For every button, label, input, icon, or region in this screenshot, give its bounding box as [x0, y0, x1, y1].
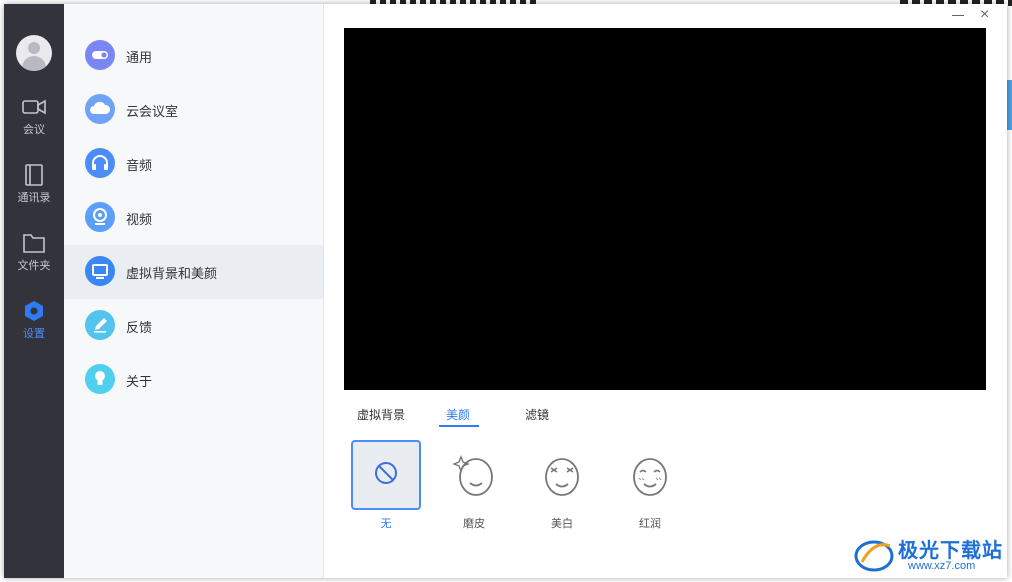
- menu-item-label: 音频: [126, 158, 153, 173]
- rail-label: 文件夹: [17, 260, 51, 272]
- watermark-title: 极光下载站: [898, 540, 1003, 562]
- webcam-icon: [85, 202, 115, 232]
- menu-item-general[interactable]: 通用: [64, 29, 323, 83]
- beauty-option-smooth[interactable]: [439, 440, 509, 510]
- rail-label: 设置: [23, 328, 45, 340]
- avatar[interactable]: [16, 35, 52, 71]
- menu-item-label: 视频: [126, 212, 153, 227]
- smooth-skin-face-icon: [452, 455, 493, 496]
- menu-item-about[interactable]: 关于: [64, 353, 323, 407]
- beauty-option-whitening[interactable]: [527, 440, 597, 510]
- address-book-icon: [25, 164, 43, 186]
- camera-preview: [344, 28, 986, 390]
- menu-item-feedback[interactable]: 反馈: [64, 299, 323, 353]
- menu-item-video[interactable]: 视频: [64, 191, 323, 245]
- video-camera-icon: [22, 99, 46, 115]
- rail-label: 会议: [23, 124, 45, 136]
- menu-item-label: 通用: [126, 50, 153, 65]
- no-effect-icon: [375, 462, 397, 484]
- folder-icon: [23, 234, 45, 253]
- lightbulb-icon: [85, 364, 115, 394]
- headphones-icon: [85, 148, 115, 178]
- beauty-option-label: 美白: [551, 518, 573, 530]
- watermark: 极光下载站 www.xz7.com: [852, 532, 1007, 578]
- menu-item-label: 云会议室: [126, 104, 179, 119]
- watermark-url: www.xz7.com: [908, 560, 976, 572]
- menu-item-audio[interactable]: 音频: [64, 137, 323, 191]
- cloud-icon: [85, 94, 115, 124]
- settings-menu: 通用 云会议室 音频 视频 虚拟背景和美颜 反馈 关于: [64, 4, 324, 578]
- settings-dialog: 会议 通讯录 文件夹 设置 通用 云会议室 音频 视频 虚拟背景和美颜 反馈 关…: [4, 4, 1007, 578]
- watermark-logo-icon: [854, 540, 894, 572]
- tab-filter[interactable]: 滤镜: [525, 406, 549, 423]
- beauty-option-label: 红润: [639, 518, 661, 530]
- rail-label: 通讯录: [17, 192, 51, 204]
- monitor-icon: [85, 256, 115, 286]
- menu-item-cloud-room[interactable]: 云会议室: [64, 83, 323, 137]
- active-tab-indicator: [439, 425, 479, 427]
- rail-item-folder[interactable]: 文件夹: [4, 232, 64, 292]
- menu-item-label: 关于: [126, 374, 153, 389]
- rail-item-settings[interactable]: 设置: [4, 300, 64, 360]
- tab-virtual-background[interactable]: 虚拟背景: [357, 406, 405, 423]
- minimize-button[interactable]: [952, 15, 964, 16]
- tab-beauty[interactable]: 美颜: [446, 406, 470, 423]
- menu-item-label: 虚拟背景和美颜: [126, 266, 218, 281]
- rosy-face-icon: [633, 458, 667, 496]
- whitening-face-icon: [545, 458, 579, 496]
- beauty-option-label: 磨皮: [463, 518, 485, 530]
- rail-item-meeting[interactable]: 会议: [4, 96, 64, 156]
- beauty-option-rosy[interactable]: [615, 440, 685, 510]
- menu-item-label: 反馈: [126, 320, 153, 335]
- toggle-icon: [85, 40, 115, 70]
- close-button[interactable]: ×: [980, 6, 989, 24]
- left-rail: 会议 通讯录 文件夹 设置: [4, 4, 64, 578]
- menu-item-virtual-background[interactable]: 虚拟背景和美颜: [64, 245, 323, 299]
- beauty-option-none[interactable]: [351, 440, 421, 510]
- beauty-option-label: 无: [380, 518, 392, 530]
- rail-item-contacts[interactable]: 通讯录: [4, 164, 64, 224]
- gear-icon: [25, 301, 43, 321]
- pencil-icon: [85, 310, 115, 340]
